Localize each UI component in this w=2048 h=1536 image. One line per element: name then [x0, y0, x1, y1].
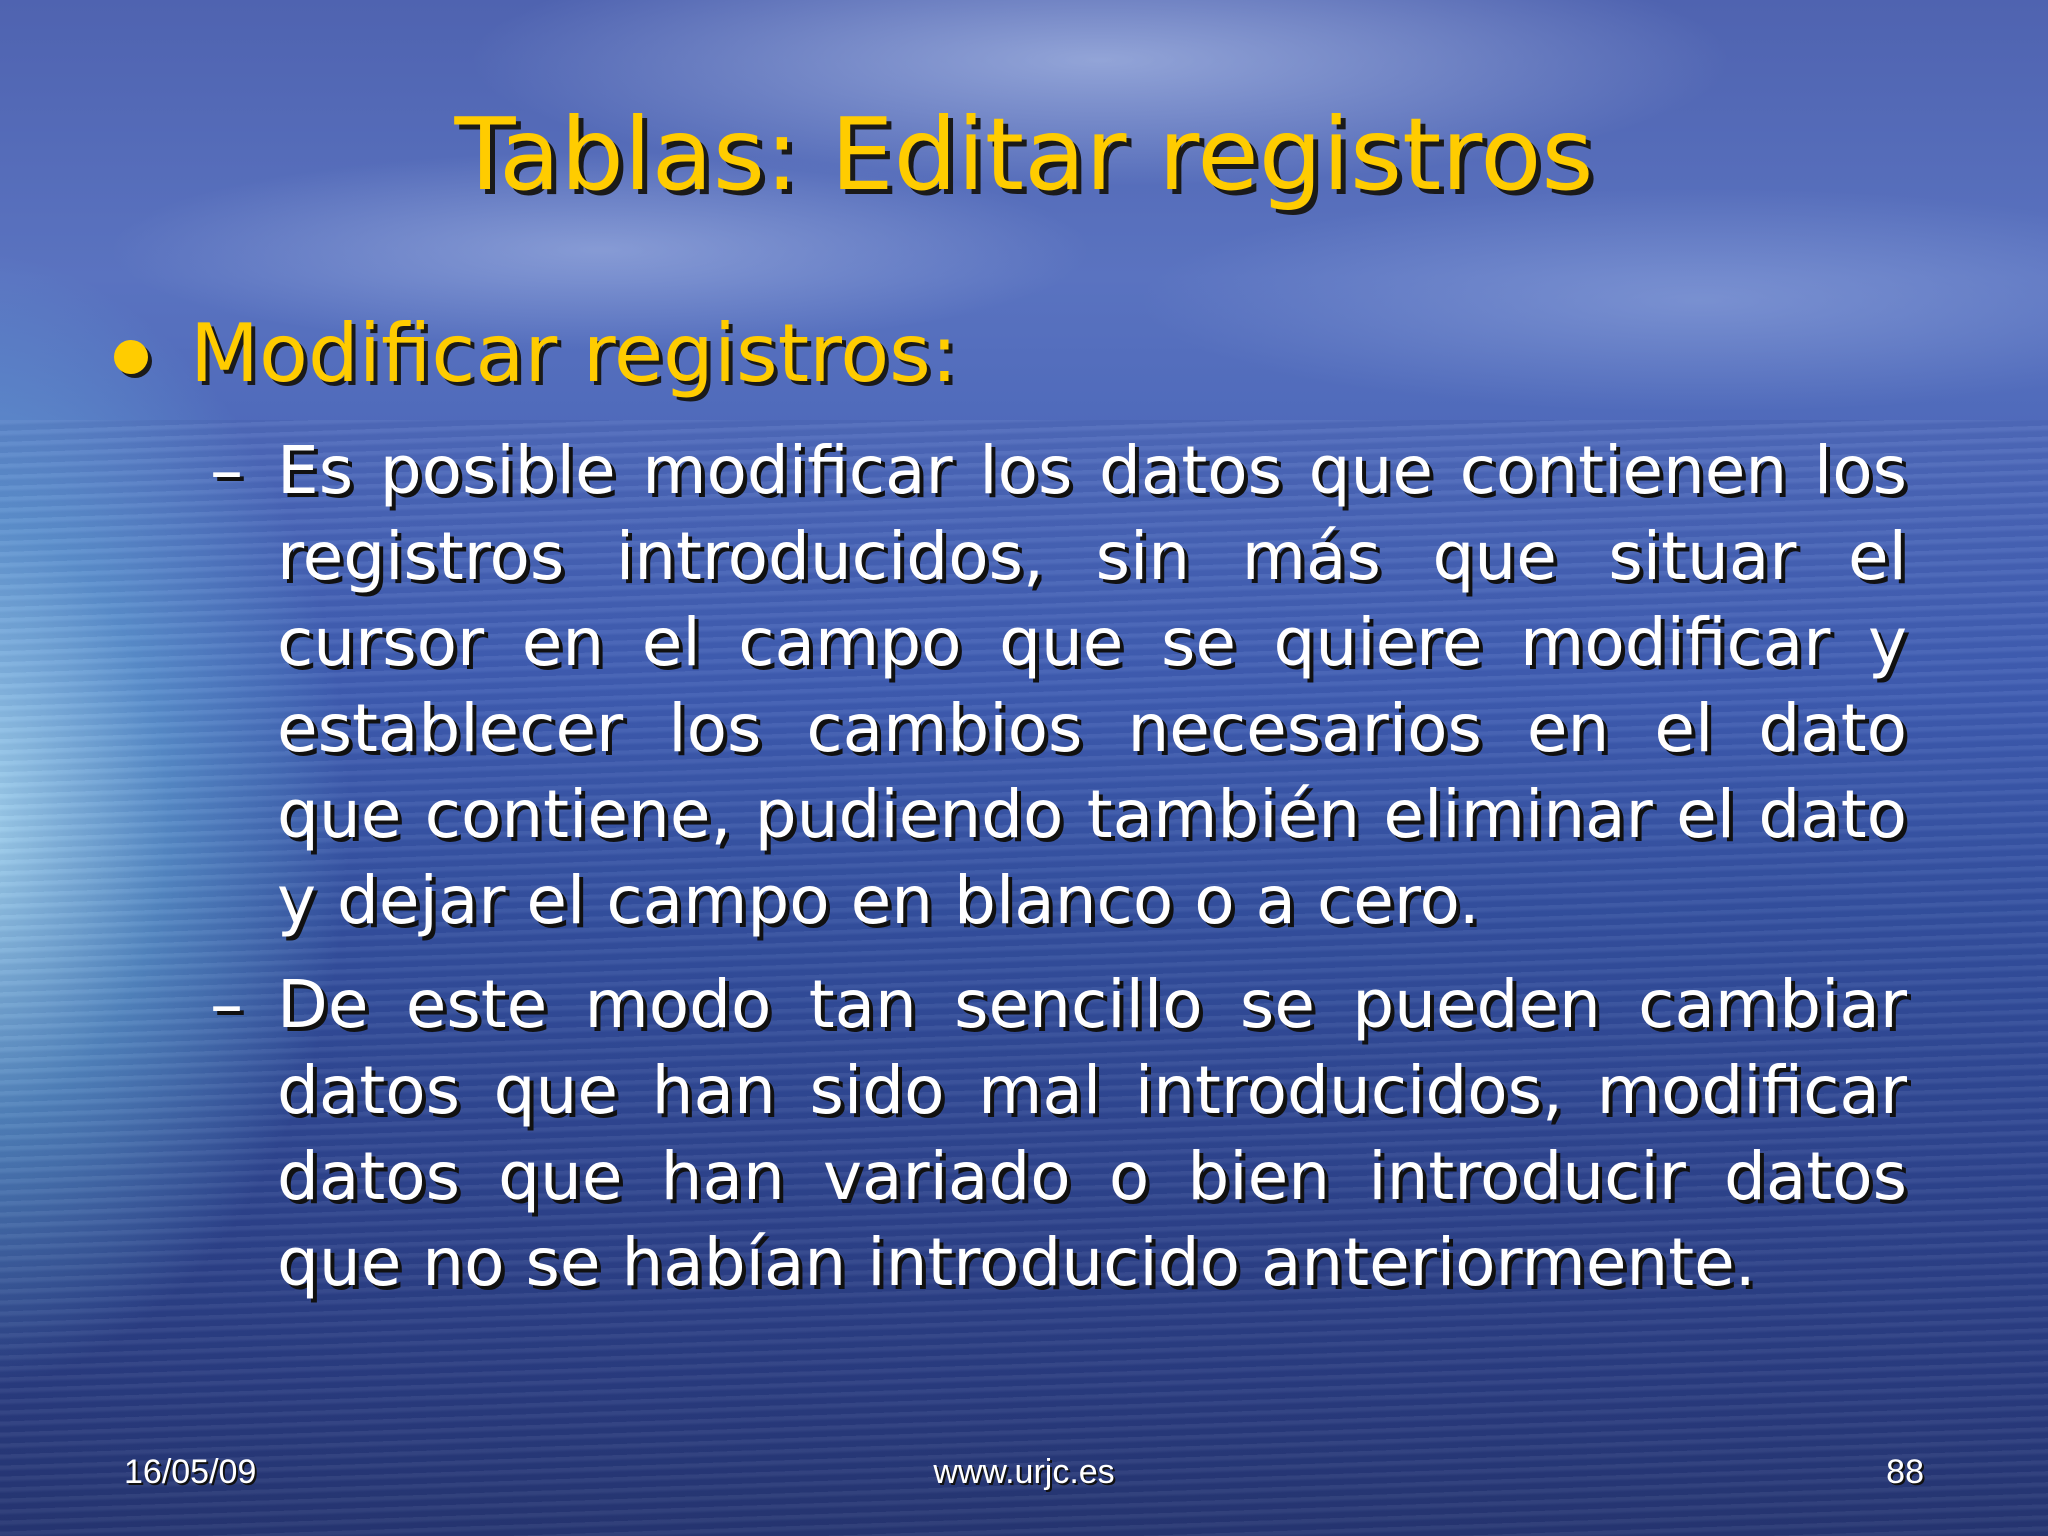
- bullet-item: Modificar registros:: [110, 308, 1910, 408]
- sub-bullet-text: De este modo tan sencillo se pueden camb…: [277, 966, 1907, 1301]
- dash-icon: –: [210, 966, 243, 1043]
- slide-title: Tablas: Editar registros: [454, 96, 1594, 213]
- bullet-dot-icon: [114, 340, 148, 374]
- bullet-label: Modificar registros:: [190, 307, 958, 400]
- footer-page-number: 88: [1886, 1453, 1924, 1491]
- footer-url: www.urjc.es: [933, 1453, 1115, 1491]
- slide: Tablas: Editar registros Modificar regis…: [0, 0, 2048, 1536]
- dash-icon: –: [210, 432, 243, 509]
- sub-bullet-text: Es posible modificar los datos que conti…: [277, 432, 1907, 939]
